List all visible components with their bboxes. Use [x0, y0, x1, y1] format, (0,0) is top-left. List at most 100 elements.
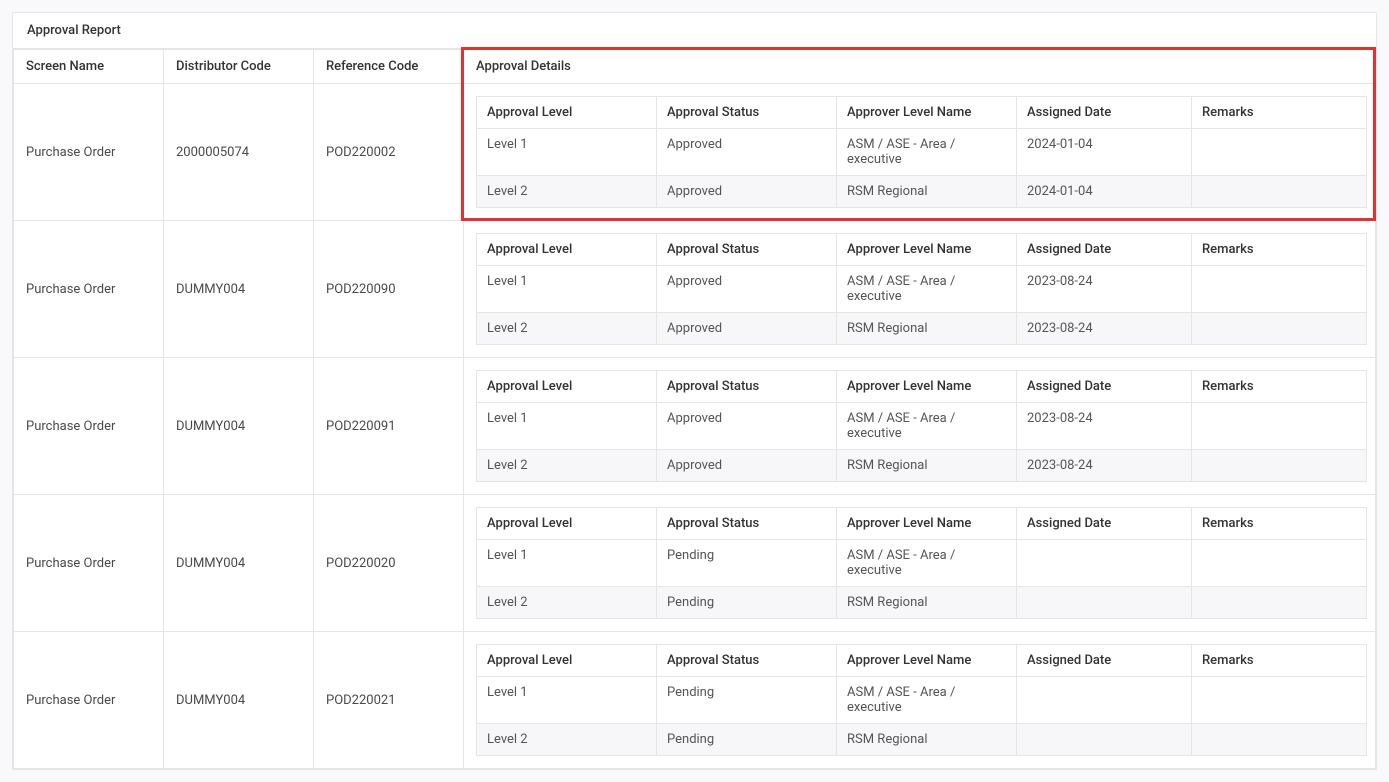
detail-row: Level 2ApprovedRSM Regional2023-08-24 [477, 450, 1367, 482]
cell-remarks [1192, 313, 1367, 345]
approval-details-table: Approval LevelApproval StatusApprover Le… [476, 644, 1367, 756]
cell-remarks [1192, 450, 1367, 482]
cell-reference-code: POD220020 [314, 495, 464, 632]
cell-distributor-code: DUMMY004 [164, 221, 314, 358]
cell-remarks [1192, 266, 1367, 313]
approval-details-table: Approval LevelApproval StatusApprover Le… [476, 233, 1367, 345]
cell-approval-status: Pending [657, 540, 837, 587]
detail-row: Level 2PendingRSM Regional [477, 724, 1367, 756]
cell-reference-code: POD220090 [314, 221, 464, 358]
approval-level-header: Approval Level [477, 97, 657, 129]
cell-approver-level-name: ASM / ASE - Area / executive [837, 266, 1017, 313]
cell-assigned-date [1017, 677, 1192, 724]
cell-approval-details: Approval LevelApproval StatusApprover Le… [464, 358, 1376, 495]
cell-remarks [1192, 129, 1367, 176]
cell-remarks [1192, 176, 1367, 208]
cell-distributor-code: DUMMY004 [164, 495, 314, 632]
col-header-screen-name: Screen Name [14, 50, 164, 84]
cell-approval-status: Approved [657, 129, 837, 176]
col-header-distributor-code: Distributor Code [164, 50, 314, 84]
report-title: Approval Report [13, 13, 1376, 49]
cell-assigned-date: 2023-08-24 [1017, 313, 1192, 345]
cell-remarks [1192, 677, 1367, 724]
approval-status-header: Approval Status [657, 97, 837, 129]
report-panel: Approval Report Screen Name Distributor … [12, 12, 1377, 770]
cell-approval-status: Approved [657, 403, 837, 450]
cell-approval-details: Approval LevelApproval StatusApprover Le… [464, 495, 1376, 632]
cell-approver-level-name: RSM Regional [837, 450, 1017, 482]
approval-details-table: Approval LevelApproval StatusApprover Le… [476, 507, 1367, 619]
table-row: Purchase OrderDUMMY004POD220090Approval … [14, 221, 1376, 358]
cell-reference-code: POD220021 [314, 632, 464, 769]
cell-approval-level: Level 1 [477, 403, 657, 450]
assigned-date-header: Assigned Date [1017, 371, 1192, 403]
cell-remarks [1192, 403, 1367, 450]
cell-approval-level: Level 2 [477, 450, 657, 482]
cell-remarks [1192, 587, 1367, 619]
cell-assigned-date: 2024-01-04 [1017, 129, 1192, 176]
cell-screen-name: Purchase Order [14, 495, 164, 632]
cell-approver-level-name: ASM / ASE - Area / executive [837, 129, 1017, 176]
cell-approval-details: Approval LevelApproval StatusApprover Le… [464, 84, 1376, 221]
approval-level-header: Approval Level [477, 371, 657, 403]
approver-level-name-header: Approver Level Name [837, 234, 1017, 266]
remarks-header: Remarks [1192, 508, 1367, 540]
cell-approval-details: Approval LevelApproval StatusApprover Le… [464, 221, 1376, 358]
approval-status-header: Approval Status [657, 234, 837, 266]
approval-level-header: Approval Level [477, 508, 657, 540]
cell-assigned-date: 2023-08-24 [1017, 450, 1192, 482]
cell-approval-details: Approval LevelApproval StatusApprover Le… [464, 632, 1376, 769]
approval-details-table: Approval LevelApproval StatusApprover Le… [476, 96, 1367, 208]
col-header-reference-code: Reference Code [314, 50, 464, 84]
assigned-date-header: Assigned Date [1017, 508, 1192, 540]
cell-reference-code: POD220091 [314, 358, 464, 495]
cell-assigned-date [1017, 587, 1192, 619]
cell-approval-level: Level 2 [477, 724, 657, 756]
cell-assigned-date [1017, 540, 1192, 587]
cell-approval-level: Level 1 [477, 266, 657, 313]
cell-approval-level: Level 2 [477, 587, 657, 619]
detail-row: Level 1ApprovedASM / ASE - Area / execut… [477, 129, 1367, 176]
approver-level-name-header: Approver Level Name [837, 371, 1017, 403]
cell-approver-level-name: ASM / ASE - Area / executive [837, 403, 1017, 450]
approval-report-table: Screen Name Distributor Code Reference C… [13, 49, 1376, 769]
approver-level-name-header: Approver Level Name [837, 645, 1017, 677]
col-header-approval-details: Approval Details [464, 50, 1376, 84]
table-row: Purchase OrderDUMMY004POD220091Approval … [14, 358, 1376, 495]
cell-approver-level-name: RSM Regional [837, 724, 1017, 756]
cell-approval-status: Approved [657, 176, 837, 208]
detail-row: Level 2ApprovedRSM Regional2023-08-24 [477, 313, 1367, 345]
cell-approval-status: Pending [657, 677, 837, 724]
assigned-date-header: Assigned Date [1017, 645, 1192, 677]
detail-row: Level 1PendingASM / ASE - Area / executi… [477, 540, 1367, 587]
approval-status-header: Approval Status [657, 508, 837, 540]
assigned-date-header: Assigned Date [1017, 234, 1192, 266]
cell-screen-name: Purchase Order [14, 358, 164, 495]
approval-level-header: Approval Level [477, 234, 657, 266]
cell-approval-level: Level 2 [477, 313, 657, 345]
cell-approver-level-name: RSM Regional [837, 313, 1017, 345]
cell-assigned-date: 2024-01-04 [1017, 176, 1192, 208]
cell-approver-level-name: RSM Regional [837, 176, 1017, 208]
remarks-header: Remarks [1192, 645, 1367, 677]
table-row: Purchase OrderDUMMY004POD220021Approval … [14, 632, 1376, 769]
table-row: Purchase Order2000005074POD220002Approva… [14, 84, 1376, 221]
remarks-header: Remarks [1192, 234, 1367, 266]
detail-row: Level 2ApprovedRSM Regional2024-01-04 [477, 176, 1367, 208]
approver-level-name-header: Approver Level Name [837, 97, 1017, 129]
cell-approval-status: Pending [657, 587, 837, 619]
approval-details-table: Approval LevelApproval StatusApprover Le… [476, 370, 1367, 482]
cell-approval-status: Approved [657, 313, 837, 345]
approval-status-header: Approval Status [657, 371, 837, 403]
table-row: Purchase OrderDUMMY004POD220020Approval … [14, 495, 1376, 632]
cell-approval-level: Level 1 [477, 540, 657, 587]
remarks-header: Remarks [1192, 97, 1367, 129]
cell-approver-level-name: ASM / ASE - Area / executive [837, 540, 1017, 587]
detail-row: Level 1ApprovedASM / ASE - Area / execut… [477, 266, 1367, 313]
remarks-header: Remarks [1192, 371, 1367, 403]
cell-assigned-date [1017, 724, 1192, 756]
cell-distributor-code: DUMMY004 [164, 632, 314, 769]
cell-approval-status: Approved [657, 450, 837, 482]
detail-row: Level 1ApprovedASM / ASE - Area / execut… [477, 403, 1367, 450]
cell-approval-status: Pending [657, 724, 837, 756]
